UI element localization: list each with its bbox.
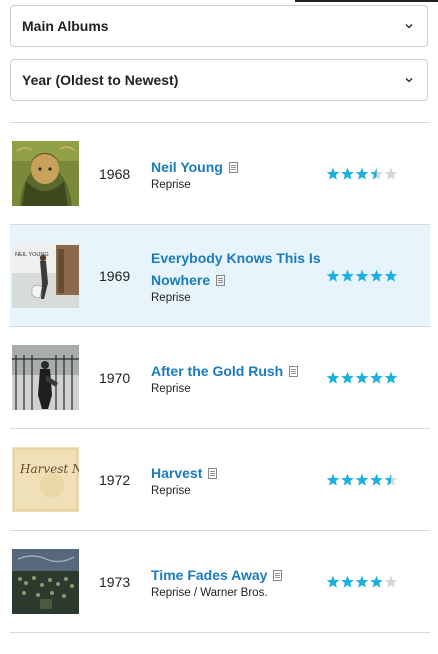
- star-icon-filled: [341, 269, 354, 282]
- star-rating: [326, 429, 398, 530]
- album-row: 1968 Neil Young Reprise: [10, 123, 430, 225]
- star-icon-filled: [341, 473, 354, 486]
- album-label: Reprise: [151, 292, 191, 304]
- document-icon[interactable]: [273, 565, 283, 581]
- star-rating: [326, 123, 398, 224]
- sort-select[interactable]: Year (Oldest to Newest): [10, 59, 428, 101]
- star-icon-filled: [326, 371, 340, 384]
- star-icon-filled: [341, 575, 354, 588]
- cover-lettering: NEIL YOUNG: [15, 252, 49, 258]
- star-icon-filled: [326, 167, 340, 180]
- star-icon-filled: [326, 575, 340, 588]
- album-title-link[interactable]: Everybody Knows This Is Nowhere: [151, 250, 321, 288]
- star-icon: [384, 167, 398, 180]
- album-cover[interactable]: Harvest Neil Young: [12, 447, 79, 512]
- star-icon-filled: [370, 575, 383, 588]
- album-year: 1968: [99, 165, 131, 182]
- category-select[interactable]: Main Albums: [10, 5, 428, 47]
- star-rating: [326, 531, 398, 632]
- album-info: Neil Young Reprise: [151, 123, 321, 224]
- album-row: 1970 After the Gold Rush Reprise: [10, 327, 430, 429]
- album-year: 1970: [99, 369, 131, 386]
- album-title-link[interactable]: After the Gold Rush: [151, 363, 283, 379]
- star-rating: [326, 327, 398, 428]
- album-info: Time Fades Away Reprise / Warner Bros.: [151, 531, 321, 632]
- star-icon-filled: [326, 473, 340, 486]
- sort-select-value: Year (Oldest to Newest): [22, 72, 179, 88]
- album-row: NEIL YOUNG 1969 Everybody Knows This Is …: [10, 225, 430, 327]
- album-title-link[interactable]: Harvest: [151, 465, 202, 481]
- star-rating-graphic: [326, 371, 398, 384]
- album-cover[interactable]: [12, 549, 79, 614]
- star-rating: [326, 225, 398, 326]
- star-icon-filled: [355, 167, 369, 180]
- album-title-link[interactable]: Neil Young: [151, 159, 223, 175]
- star-icon-filled: [384, 371, 398, 384]
- star-icon-filled: [355, 269, 369, 282]
- star-icon-filled: [370, 371, 383, 384]
- star-rating-graphic: [326, 167, 398, 180]
- album-info: Harvest Reprise: [151, 429, 321, 530]
- star-icon-filled: [326, 269, 340, 282]
- album-title-link[interactable]: Time Fades Away: [151, 567, 267, 583]
- document-icon[interactable]: [228, 157, 238, 173]
- document-icon[interactable]: [208, 463, 218, 479]
- album-list: 1968 Neil Young Reprise NEIL YOUNG 1969: [10, 122, 430, 633]
- album-label: Reprise: [151, 485, 191, 497]
- album-cover[interactable]: [12, 141, 79, 206]
- category-select-value: Main Albums: [22, 18, 109, 34]
- star-rating-graphic: [326, 575, 398, 588]
- star-rating-graphic: [326, 473, 398, 486]
- album-row: Harvest Neil Young 1972 Harvest Reprise: [10, 429, 430, 531]
- album-cover[interactable]: NEIL YOUNG: [12, 243, 79, 308]
- cover-lettering: Harvest Neil Young: [19, 462, 79, 476]
- star-icon-filled: [384, 269, 398, 282]
- album-label: Reprise: [151, 179, 191, 191]
- album-info: Everybody Knows This Is Nowhere Reprise: [151, 225, 321, 326]
- star-rating-graphic: [326, 269, 398, 282]
- album-cover[interactable]: [12, 345, 79, 410]
- top-accent-line: [295, 0, 438, 2]
- star-icon-filled: [355, 473, 369, 486]
- star-icon: [384, 575, 398, 588]
- star-icon-filled: [355, 371, 369, 384]
- star-icon-filled: [341, 167, 354, 180]
- star-icon-filled: [355, 575, 369, 588]
- album-info: After the Gold Rush Reprise: [151, 327, 321, 428]
- chevron-down-icon: [403, 74, 415, 86]
- document-icon[interactable]: [216, 270, 226, 286]
- document-icon[interactable]: [289, 361, 299, 377]
- album-row: 1973 Time Fades Away Reprise / Warner Br…: [10, 531, 430, 633]
- album-year: 1972: [99, 471, 131, 488]
- star-icon-filled: [370, 473, 383, 486]
- chevron-down-icon: [403, 20, 415, 32]
- album-label: Reprise / Warner Bros.: [151, 587, 268, 599]
- album-year: 1973: [99, 573, 131, 590]
- album-year: 1969: [99, 267, 131, 284]
- star-icon-filled: [370, 269, 383, 282]
- star-icon-filled: [341, 371, 354, 384]
- album-label: Reprise: [151, 383, 191, 395]
